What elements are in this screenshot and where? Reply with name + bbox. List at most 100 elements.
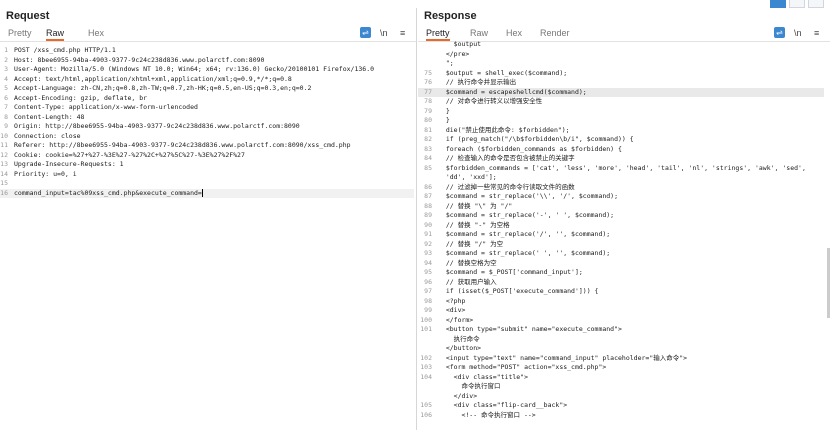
tabbed-view-button[interactable] (808, 0, 824, 8)
line-text: Content-Type: application/x-www-form-url… (14, 103, 198, 111)
line-text: // 获取用户输入 (438, 277, 497, 286)
response-code-line: 103 <form method="POST" action="xss_cmd.… (418, 363, 824, 372)
response-code-line: 106 <!-- 命令执行窗口 --> (418, 411, 824, 420)
line-text: Cookie: cookie=%27+%27-%3E%27-%27%2C+%27… (14, 150, 245, 159)
line-text: </pre> (438, 49, 470, 58)
line-text: </form> (438, 315, 474, 324)
line-number: 96 (424, 277, 432, 286)
line-text: <input type="text" name="command_input" … (438, 353, 688, 362)
response-menu-icon[interactable]: ≡ (814, 27, 819, 39)
line-number: 90 (424, 220, 432, 229)
line-text: $output (438, 40, 482, 48)
line-number: 80 (424, 116, 432, 124)
line-number: 92 (424, 239, 432, 248)
line-text: if (preg_match("/\b$forbidden\b/i", $com… (438, 135, 634, 143)
line-text: $command = $_POST['command_input']; (438, 268, 583, 276)
line-number: 104 (420, 372, 432, 381)
response-code-line: 94 // 替换空格为空 (418, 259, 824, 268)
request-title: Request (6, 10, 50, 22)
line-number: 103 (420, 363, 432, 371)
line-number: 97 (424, 287, 432, 295)
line-text: <div class="flip-card__back"> (438, 401, 568, 409)
line-number: 8 (4, 112, 8, 121)
response-tab-pretty[interactable]: Pretty (426, 25, 450, 41)
line-number: 89 (424, 211, 432, 219)
request-tab-pretty[interactable]: Pretty (8, 25, 32, 41)
line-text: </button> (438, 344, 482, 352)
line-number: 76 (424, 78, 432, 86)
line-number: 16 (0, 188, 8, 197)
line-number: 9 (4, 122, 8, 130)
response-code-line: 90 // 替换 "-" 为空格 (418, 221, 824, 230)
line-number: 3 (4, 65, 8, 73)
line-number: 78 (424, 97, 432, 105)
request-menu-icon[interactable]: ≡ (400, 27, 405, 39)
response-pane: Response Pretty Raw Hex Render ⇌ \n ≡ $o… (418, 8, 830, 430)
response-wrap-toggle[interactable]: ⇌ (774, 27, 785, 38)
request-code-line: 9 Origin: http://8bee6955-94ba-4903-9377-… (0, 122, 414, 131)
line-number: 91 (424, 230, 432, 238)
response-code-line: 86 // 过滤掉一些常见的命令行读取文件的函数 (418, 183, 824, 192)
response-code-line: </div> (418, 392, 824, 401)
line-text: POST /xss_cmd.php HTTP/1.1 (14, 46, 116, 54)
response-code-line: 78 // 对命令进行转义以增强安全性 (418, 97, 824, 106)
line-number: 95 (424, 268, 432, 276)
line-number: 82 (424, 135, 432, 143)
response-tab-raw[interactable]: Raw (470, 25, 488, 41)
response-code-line: 91 $command = str_replace('/', '', $comm… (418, 230, 824, 239)
request-newline-toggle[interactable]: \n (380, 27, 388, 39)
response-code-line: </pre> (418, 50, 824, 59)
response-code-line: 85 $forbidden_commands = ['cat', 'less',… (418, 164, 824, 173)
line-text: // 替换 "\" 为 "/" (438, 201, 513, 210)
line-number: 87 (424, 192, 432, 200)
response-code-line: 99 <div> (418, 306, 824, 315)
line-text: Content-Length: 48 (14, 112, 85, 121)
top-strip (0, 0, 830, 8)
request-tab-raw[interactable]: Raw (46, 25, 65, 41)
line-text: // 检查输入的命令是否包含被禁止的关键字 (438, 154, 575, 162)
line-text: Priority: u=0, i (14, 169, 77, 178)
response-tab-hex[interactable]: Hex (506, 25, 522, 41)
response-code-line: 93 $command = str_replace(' ', '', $comm… (418, 249, 824, 258)
split-vertical-view-button[interactable] (789, 0, 805, 8)
response-code-line: 100 </form> (418, 316, 824, 325)
request-code-line: 6 Accept-Encoding: gzip, deflate, br (0, 94, 414, 103)
line-text: $forbidden_commands = ['cat', 'less', 'm… (438, 163, 806, 172)
request-code-line: 15 (0, 179, 414, 188)
request-tab-hex[interactable]: Hex (88, 25, 104, 41)
response-code-line: 77 $command = escapeshellcmd($command); (418, 87, 824, 97)
line-number: 105 (420, 401, 432, 409)
wrap-lines-icon: ⇌ (360, 27, 371, 38)
line-text: 执行命令 (438, 334, 480, 343)
request-code-line: 16 command_input=tac%09xss_cmd.php&execut… (0, 188, 414, 198)
response-code-line: 80 } (418, 116, 824, 125)
line-number: 94 (424, 258, 432, 267)
response-code-line: $output (418, 40, 824, 49)
line-number: 106 (420, 410, 432, 419)
line-text: // 替换 "-" 为空格 (438, 220, 510, 229)
response-tab-render[interactable]: Render (540, 25, 570, 41)
response-code-line: 88 // 替换 "\" 为 "/" (418, 202, 824, 211)
line-number: 5 (4, 84, 8, 92)
response-code-line: 98 <?php (418, 297, 824, 306)
line-text: } (438, 116, 450, 124)
request-wrap-toggle[interactable]: ⇌ (360, 27, 371, 38)
line-number: 77 (424, 87, 432, 96)
line-text: $command = str_replace('-', ' ', $comman… (438, 211, 615, 219)
line-number: 6 (4, 93, 8, 102)
line-text: Accept: text/html,application/xhtml+xml,… (14, 74, 292, 83)
response-newline-toggle[interactable]: \n (794, 27, 802, 39)
response-code-line: 83 foreach ($forbidden_commands as $forb… (418, 145, 824, 154)
line-number: 75 (424, 68, 432, 77)
line-number: 101 (420, 325, 432, 333)
split-horizontal-view-button[interactable] (770, 0, 786, 8)
line-text: <!-- 命令执行窗口 --> (438, 410, 536, 419)
response-code-line: 102 <input type="text" name="command_inp… (418, 354, 824, 363)
response-code-line: 105 <div class="flip-card__back"> (418, 401, 824, 410)
response-code-line: 命令执行窗口 (418, 382, 824, 391)
response-code-line: 'dd', 'xxd']; (418, 173, 824, 182)
line-text: 'dd', 'xxd']; (438, 173, 497, 181)
request-pane: Request Pretty Raw Hex ⇌ \n ≡ 1 POST /xss… (0, 8, 417, 430)
line-text: $output = shell_exec($command); (438, 68, 568, 77)
line-text: <?php (438, 296, 466, 305)
